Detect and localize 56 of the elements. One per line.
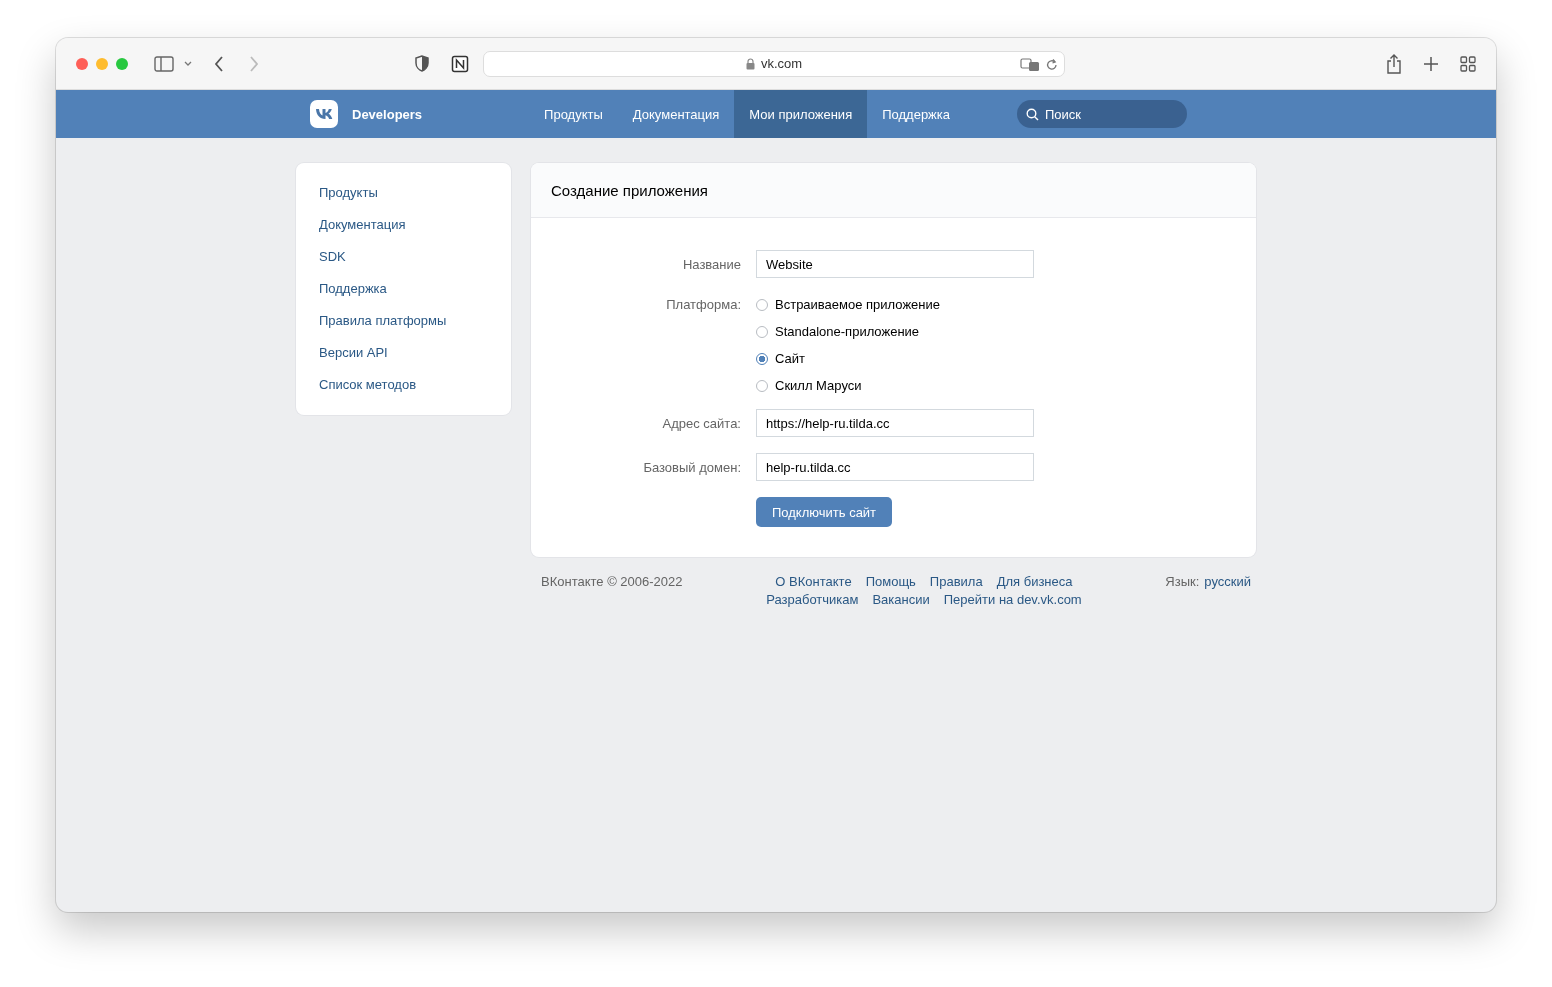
field-label: Адрес сайта: (661, 415, 741, 431)
logo-icon[interactable] (310, 100, 338, 128)
footer-link[interactable]: Вакансии (872, 592, 930, 607)
sidebar-link[interactable]: Поддержка (296, 273, 511, 305)
field-label: Платформа: (665, 296, 741, 312)
platform-radio[interactable]: Скилл Маруси (756, 378, 941, 393)
footer-link[interactable]: Помощь (865, 574, 916, 589)
site-address-input[interactable]: https://help-ru.tilda.cc (756, 409, 1034, 437)
address-bar[interactable]: vk.com (483, 50, 1065, 77)
language-label: Язык: (1165, 574, 1200, 589)
translate-icon[interactable] (1020, 57, 1040, 72)
field-label: Базовый домен: (642, 459, 741, 475)
search-icon (1026, 108, 1039, 121)
search-field[interactable]: Поиск (1017, 100, 1187, 128)
nav-tab[interactable]: Документация (617, 90, 735, 138)
nav-tab[interactable]: Поддержка (867, 90, 965, 138)
footer-link[interactable]: О ВКонтакте (775, 574, 852, 589)
footer-link[interactable]: Правила (929, 574, 983, 589)
share-icon[interactable] (1386, 53, 1402, 74)
brand-name[interactable]: Developers (352, 106, 423, 122)
reload-icon[interactable] (1046, 57, 1058, 71)
field-label: Название (681, 256, 741, 272)
sidebar-link[interactable]: Версии API (296, 337, 511, 369)
platform-radio[interactable]: Встраиваемое приложение (756, 297, 941, 312)
nav-tab[interactable]: Продукты (529, 90, 618, 138)
url-text: vk.com (760, 56, 803, 71)
platform-radio[interactable]: Standalone-приложение (756, 324, 941, 339)
radio-icon[interactable] (756, 298, 768, 311)
card-title: Создание приложения (551, 181, 708, 199)
footer-link[interactable]: Перейти на dev.vk.com (943, 592, 1082, 607)
shield-icon[interactable] (415, 55, 429, 72)
lock-icon (745, 57, 755, 70)
sidebar-icon[interactable] (154, 55, 174, 72)
tabs-grid-icon[interactable] (1460, 55, 1476, 72)
footer-link[interactable]: Для бизнеса (996, 574, 1073, 589)
back-icon[interactable] (214, 55, 224, 72)
footer-link[interactable]: Разработчикам (766, 592, 859, 607)
sidebar-link[interactable]: Продукты (296, 177, 511, 209)
plus-icon[interactable] (1424, 56, 1438, 71)
name-input[interactable]: Website (756, 250, 1034, 278)
radio-icon[interactable] (756, 352, 768, 365)
connect-site-button[interactable]: Подключить сайт (756, 497, 893, 527)
notebook-icon[interactable] (451, 54, 469, 73)
sidebar-link[interactable]: Список методов (296, 369, 511, 401)
close-button[interactable] (76, 57, 88, 70)
platform-radio[interactable]: Сайт (756, 351, 941, 366)
sidebar-link[interactable]: Документация (296, 209, 511, 241)
language-link[interactable]: русский (1204, 574, 1251, 589)
sidebar-link[interactable]: Правила платформы (296, 305, 511, 337)
radio-icon[interactable] (756, 379, 768, 392)
chevron-down-icon[interactable] (184, 60, 192, 67)
base-domain-input[interactable]: help-ru.tilda.cc (756, 453, 1034, 481)
nav-tab[interactable]: Мои приложения (734, 90, 868, 138)
sidebar-link[interactable]: SDK (296, 241, 511, 273)
copyright-text: ВКонтакте © 2006-2022 (541, 574, 683, 589)
radio-icon[interactable] (756, 325, 768, 338)
